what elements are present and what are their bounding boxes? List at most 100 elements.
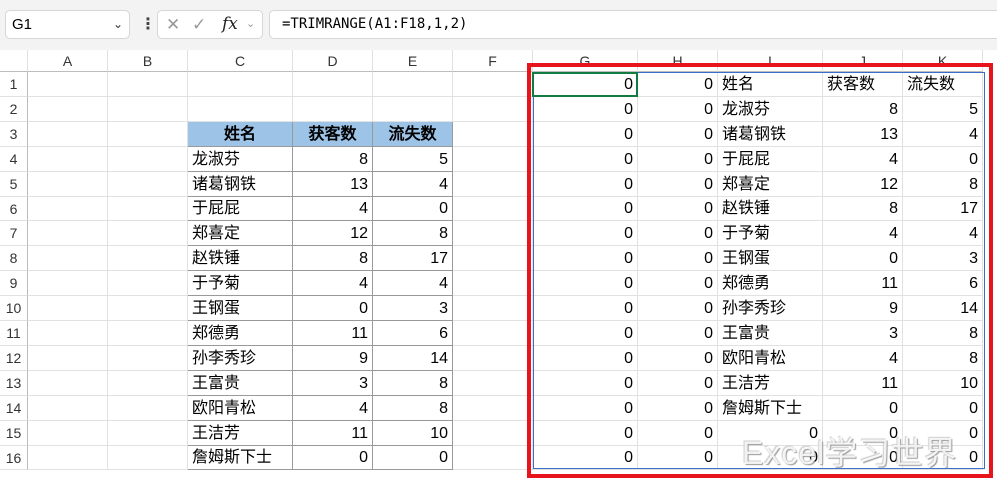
cell[interactable] xyxy=(453,72,533,97)
spill-cell[interactable]: 0 xyxy=(638,72,718,97)
spill-cell[interactable]: 0 xyxy=(638,147,718,172)
table-cell[interactable]: 4 xyxy=(293,396,373,421)
spill-cell[interactable]: 姓名 xyxy=(718,72,823,97)
table-cell[interactable]: 8 xyxy=(293,246,373,271)
spill-cell[interactable]: 0 xyxy=(638,346,718,371)
spill-cell[interactable]: 获客数 xyxy=(823,72,903,97)
table-cell[interactable]: 17 xyxy=(373,246,453,271)
table-cell[interactable]: 赵铁锤 xyxy=(188,246,293,271)
table-cell[interactable]: 13 xyxy=(293,172,373,197)
spill-cell[interactable]: 0 xyxy=(638,221,718,246)
cell[interactable] xyxy=(108,296,188,321)
formula-input[interactable]: =TRIMRANGE(A1:F18,1,2) xyxy=(269,10,997,39)
cell[interactable] xyxy=(453,371,533,396)
spill-cell[interactable]: 于予菊 xyxy=(718,221,823,246)
table-cell[interactable]: 王钢蛋 xyxy=(188,296,293,321)
spill-cell[interactable]: 0 xyxy=(533,271,638,296)
spill-cell[interactable]: 11 xyxy=(823,271,903,296)
spill-cell[interactable]: 0 xyxy=(533,122,638,147)
spill-cell[interactable]: 4 xyxy=(903,122,983,147)
spill-cell[interactable]: 0 xyxy=(533,371,638,396)
spill-cell[interactable]: 王钢蛋 xyxy=(718,246,823,271)
spill-cell[interactable]: 王洁芳 xyxy=(718,371,823,396)
spill-cell[interactable]: 流失数 xyxy=(903,72,983,97)
table-cell[interactable]: 诸葛钢铁 xyxy=(188,172,293,197)
row-header-11[interactable]: 11 xyxy=(0,321,28,346)
cell[interactable] xyxy=(453,97,533,122)
cell[interactable] xyxy=(28,421,108,446)
spill-cell[interactable]: 4 xyxy=(823,346,903,371)
cell[interactable] xyxy=(28,72,108,97)
fx-icon[interactable]: fx xyxy=(222,11,238,38)
spill-cell[interactable]: 0 xyxy=(638,321,718,346)
check-icon[interactable]: ✓ xyxy=(192,11,206,38)
spill-cell[interactable]: 17 xyxy=(903,197,983,221)
spill-cell[interactable]: 4 xyxy=(823,221,903,246)
table-cell[interactable]: 龙淑芬 xyxy=(188,147,293,172)
cell[interactable] xyxy=(453,271,533,296)
row-header-10[interactable]: 10 xyxy=(0,296,28,321)
cell[interactable] xyxy=(28,396,108,421)
spill-cell[interactable]: 13 xyxy=(823,122,903,147)
cell[interactable] xyxy=(453,296,533,321)
cell[interactable] xyxy=(188,72,293,97)
cell[interactable] xyxy=(28,197,108,221)
cell[interactable] xyxy=(293,97,373,122)
spill-cell[interactable]: 0 xyxy=(533,221,638,246)
spill-cell[interactable]: 8 xyxy=(903,172,983,197)
cell[interactable] xyxy=(28,97,108,122)
table-cell[interactable]: 9 xyxy=(293,346,373,371)
more-options-icon[interactable]: ⋮ xyxy=(140,14,156,34)
spill-cell[interactable]: 9 xyxy=(823,296,903,321)
column-header-H[interactable]: H xyxy=(638,50,718,72)
column-header-B[interactable]: B xyxy=(108,50,188,72)
column-header-G[interactable]: G xyxy=(533,50,638,72)
table-cell[interactable]: 11 xyxy=(293,321,373,346)
column-header-K[interactable]: K xyxy=(903,50,983,72)
spill-cell[interactable]: 于屁屁 xyxy=(718,147,823,172)
cell[interactable] xyxy=(453,346,533,371)
spill-cell[interactable]: 0 xyxy=(823,246,903,271)
row-header-9[interactable]: 9 xyxy=(0,271,28,296)
cell[interactable] xyxy=(28,172,108,197)
table-cell[interactable]: 4 xyxy=(373,271,453,296)
table-cell[interactable]: 于屁屁 xyxy=(188,197,293,221)
cell[interactable] xyxy=(453,421,533,446)
table-cell[interactable]: 王洁芳 xyxy=(188,421,293,446)
cell[interactable] xyxy=(108,321,188,346)
row-header-13[interactable]: 13 xyxy=(0,371,28,396)
cell[interactable] xyxy=(188,97,293,122)
row-header-2[interactable]: 2 xyxy=(0,97,28,122)
cell[interactable] xyxy=(28,321,108,346)
spill-cell[interactable]: 4 xyxy=(823,147,903,172)
x-icon[interactable]: ✕ xyxy=(166,11,180,38)
spill-cell[interactable]: 0 xyxy=(638,246,718,271)
row-header-14[interactable]: 14 xyxy=(0,396,28,421)
cell[interactable] xyxy=(28,147,108,172)
cell[interactable] xyxy=(28,122,108,147)
spill-cell[interactable]: 0 xyxy=(903,396,983,421)
cell[interactable] xyxy=(108,147,188,172)
spill-cell[interactable]: 8 xyxy=(903,321,983,346)
spill-cell[interactable]: 0 xyxy=(533,346,638,371)
spill-cell[interactable]: 0 xyxy=(638,371,718,396)
cell[interactable] xyxy=(108,221,188,246)
cell[interactable] xyxy=(108,72,188,97)
table-cell[interactable]: 8 xyxy=(373,221,453,246)
cell[interactable] xyxy=(108,172,188,197)
spill-cell[interactable]: 0 xyxy=(533,147,638,172)
spill-cell[interactable]: 5 xyxy=(903,97,983,122)
column-header-A[interactable]: A xyxy=(28,50,108,72)
row-header-4[interactable]: 4 xyxy=(0,147,28,172)
spill-cell[interactable]: 0 xyxy=(638,197,718,221)
cell[interactable] xyxy=(108,396,188,421)
chevron-down-icon[interactable]: ⌄ xyxy=(246,11,255,38)
table-cell[interactable]: 3 xyxy=(373,296,453,321)
spill-cell[interactable]: 赵铁锤 xyxy=(718,197,823,221)
row-header-6[interactable]: 6 xyxy=(0,197,28,221)
cell[interactable] xyxy=(108,421,188,446)
spill-cell[interactable]: 8 xyxy=(823,97,903,122)
table-cell[interactable]: 10 xyxy=(373,421,453,446)
spill-cell[interactable]: 0 xyxy=(533,172,638,197)
column-header-F[interactable]: F xyxy=(453,50,533,72)
